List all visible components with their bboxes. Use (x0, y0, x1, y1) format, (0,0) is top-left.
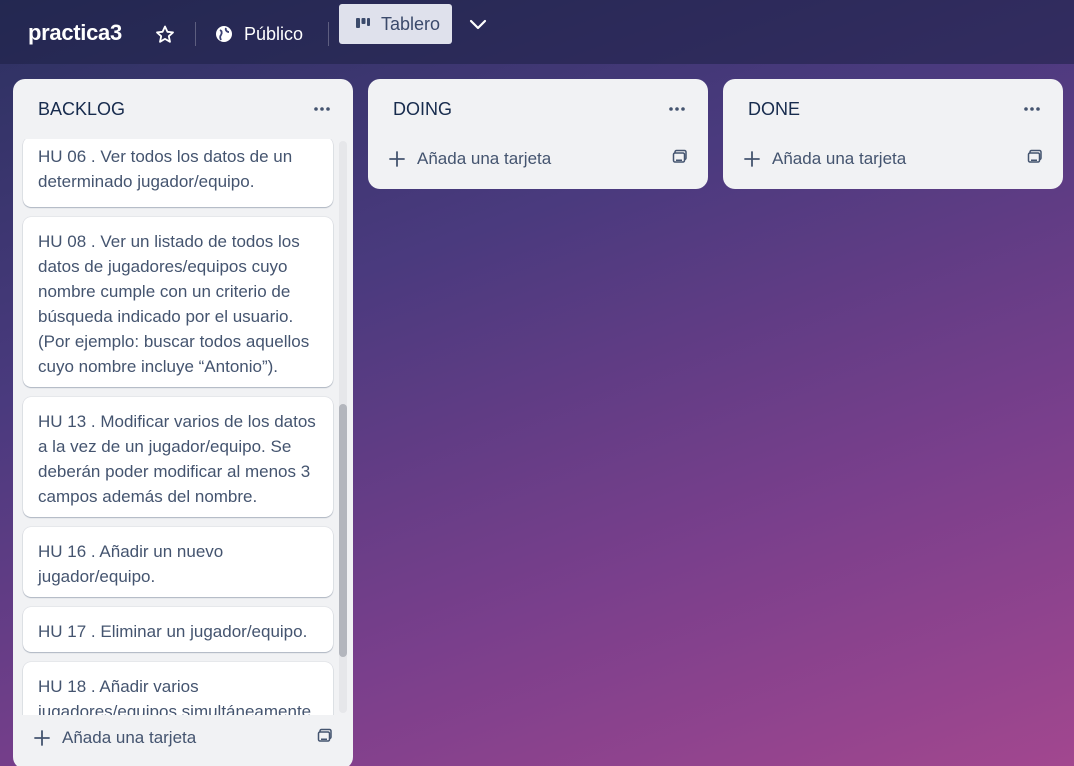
chevron-down-icon (469, 19, 487, 30)
header-divider (328, 22, 329, 46)
card-text: (Por ejemplo: buscar todos aquellos (38, 332, 310, 351)
card-text: HU 13 . Modificar varios de los datos (38, 412, 316, 431)
card-text: jugador/equipo. (38, 567, 156, 586)
list-backlog: BACKLOG HU 06 . Ver todos los datos de u… (13, 79, 353, 766)
list-done: DONE Añada una tarjeta (723, 79, 1063, 189)
card-text: nombre cumple con un criterio de (38, 282, 291, 301)
board-view-button[interactable]: Tablero (339, 4, 452, 44)
card-text: HU 17 . Eliminar un jugador/equipo. (38, 622, 308, 641)
plus-icon (744, 151, 760, 167)
card-hu-18[interactable]: HU 18 . Añadir varios jugadores/equipos … (23, 662, 333, 715)
create-from-template-button[interactable] (672, 149, 688, 170)
add-card-button[interactable]: Añada una tarjeta (389, 149, 551, 169)
card-text: a la vez de un jugador/equipo. Se (38, 437, 292, 456)
list-header: DOING (368, 79, 708, 139)
board-title[interactable]: practica3 (28, 20, 122, 46)
list-menu-button[interactable] (1021, 98, 1043, 120)
plus-icon (34, 730, 50, 746)
visibility-label: Público (244, 23, 304, 44)
globe-icon (216, 26, 232, 42)
create-from-template-button[interactable] (317, 728, 333, 749)
board-view-label: Tablero (381, 13, 441, 34)
card-text: HU 18 . Añadir varios (38, 677, 199, 696)
more-dots-icon (669, 107, 685, 111)
list-title[interactable]: DOING (393, 99, 452, 120)
card-text: HU 16 . Añadir un nuevo (38, 542, 224, 561)
list-header: BACKLOG (13, 79, 353, 139)
scrollbar-thumb[interactable] (339, 404, 347, 657)
card-text: datos de jugadores/equipos cuyo (38, 257, 288, 276)
card-template-icon (672, 149, 687, 163)
header-divider (195, 22, 196, 46)
visibility-button[interactable]: Público (214, 20, 303, 48)
card-hu-08[interactable]: HU 08 . Ver un listado de todos los dato… (23, 217, 333, 387)
board-header: practica3 Público Tablero (0, 0, 1074, 64)
card-template-icon (317, 728, 332, 742)
card-text: jugadores/equipos simultáneamente (38, 702, 312, 715)
list-menu-button[interactable] (311, 98, 333, 120)
more-dots-icon (1024, 107, 1040, 111)
star-button[interactable] (152, 22, 178, 48)
add-card-label: Añada una tarjeta (772, 149, 907, 168)
add-card-row: Añada una tarjeta (368, 137, 708, 181)
card-text: cuyo nombre incluye “Antonio”). (38, 357, 279, 376)
card-text: HU 06 . Ver todos los datos de un (38, 147, 293, 166)
card-hu-17[interactable]: HU 17 . Eliminar un jugador/equipo. (23, 607, 333, 652)
card-hu-06[interactable]: HU 06 . Ver todos los datos de un determ… (23, 139, 333, 207)
card-list: HU 06 . Ver todos los datos de un determ… (13, 139, 353, 715)
card-template-icon (1027, 149, 1042, 163)
view-switcher-button[interactable] (464, 12, 492, 38)
card-hu-16[interactable]: HU 16 . Añadir un nuevo jugador/equipo. (23, 527, 333, 597)
add-card-label: Añada una tarjeta (62, 728, 197, 747)
card-hu-13[interactable]: HU 13 . Modificar varios de los datos a … (23, 397, 333, 517)
list-title[interactable]: DONE (748, 99, 800, 120)
add-card-label: Añada una tarjeta (417, 149, 552, 168)
star-icon (156, 25, 174, 43)
add-card-row: Añada una tarjeta (723, 137, 1063, 181)
card-text: campos además del nombre. (38, 487, 258, 506)
card-text: HU 08 . Ver un listado de todos los (38, 232, 300, 251)
board-icon (356, 18, 370, 28)
add-card-button[interactable]: Añada una tarjeta (744, 149, 906, 169)
add-card-row: Añada una tarjeta (13, 716, 353, 760)
card-text: deberán poder modificar al menos 3 (38, 462, 311, 481)
card-text: búsqueda indicado por el usuario. (38, 307, 294, 326)
list-header: DONE (723, 79, 1063, 139)
create-from-template-button[interactable] (1027, 149, 1043, 170)
list-doing: DOING Añada una tarjeta (368, 79, 708, 189)
card-text: determinado jugador/equipo. (38, 172, 255, 191)
list-title[interactable]: BACKLOG (38, 99, 125, 120)
plus-icon (389, 151, 405, 167)
list-menu-button[interactable] (666, 98, 688, 120)
more-dots-icon (314, 107, 330, 111)
add-card-button[interactable]: Añada una tarjeta (34, 728, 196, 748)
